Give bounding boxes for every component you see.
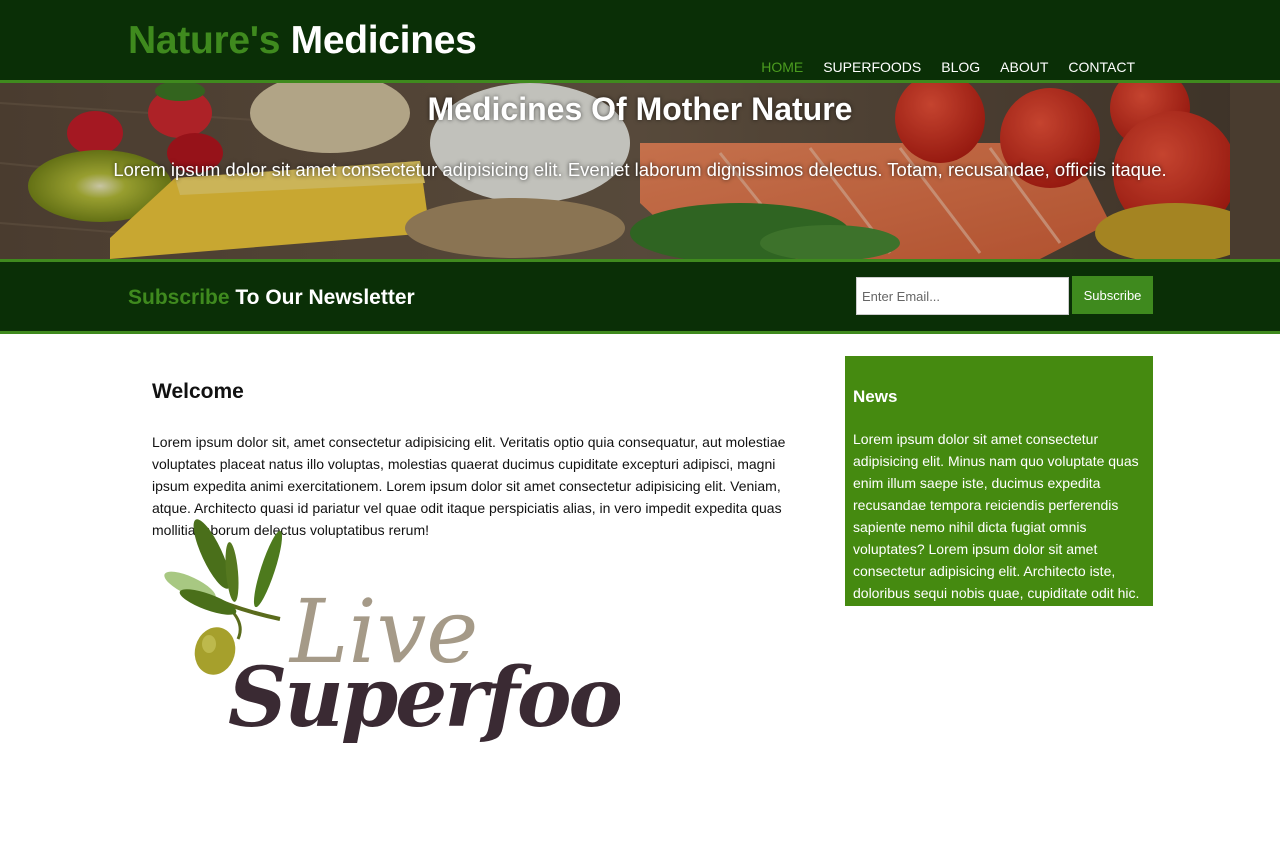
- newsletter-title-rest: To Our Newsletter: [235, 286, 415, 309]
- nav-blog[interactable]: BLOG: [931, 58, 990, 76]
- live-superfoods-logo: Live Superfoods: [164, 519, 620, 746]
- nav-home[interactable]: HOME: [751, 58, 813, 76]
- nav-contact[interactable]: CONTACT: [1058, 58, 1145, 76]
- hero-title: Medicines Of Mother Nature: [427, 91, 853, 127]
- logo-word-superfoods: Superfoods: [228, 650, 620, 746]
- subscribe-button[interactable]: Subscribe: [1072, 276, 1153, 314]
- site-logo[interactable]: Nature's Medicines: [128, 18, 477, 64]
- news-text: Lorem ipsum dolor sit amet consectetur a…: [853, 431, 1140, 601]
- logo-text: Medicines: [290, 19, 477, 62]
- newsletter-bar: Subscribe To Our Newsletter Subscribe: [0, 259, 1280, 334]
- email-input[interactable]: [856, 277, 1069, 315]
- hero-text: Lorem ipsum dolor sit amet consectetur a…: [113, 159, 1167, 180]
- nav-superfoods[interactable]: SUPERFOODS: [813, 58, 931, 76]
- newsletter-title: Subscribe To Our Newsletter: [128, 286, 415, 310]
- logo-highlight: Nature's: [128, 19, 281, 62]
- main-nav: HOME SUPERFOODS BLOG ABOUT CONTACT: [751, 58, 1145, 76]
- news-title: News: [853, 387, 898, 406]
- welcome-title: Welcome: [152, 380, 244, 403]
- newsletter-title-highlight: Subscribe: [128, 286, 230, 309]
- site-header: Nature's Medicines HOME SUPERFOODS BLOG …: [0, 0, 1280, 83]
- news-sidebar: News Lorem ipsum dolor sit amet consecte…: [845, 356, 1153, 606]
- hero-banner: Medicines Of Mother Nature Lorem ipsum d…: [0, 83, 1280, 259]
- nav-about[interactable]: ABOUT: [990, 58, 1058, 76]
